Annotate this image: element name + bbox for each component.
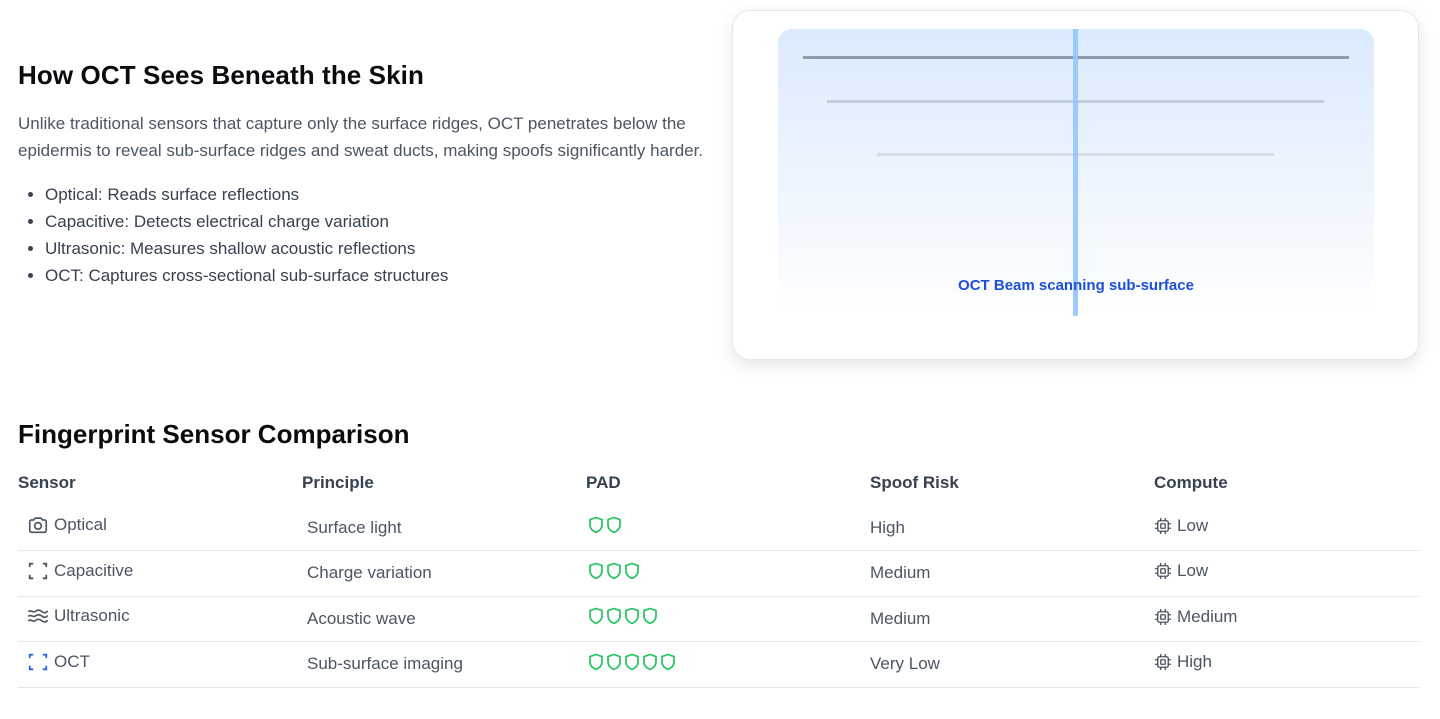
cpu-chip-icon (1154, 517, 1172, 535)
table-row: Capacitive Charge variation Medium Low (18, 550, 1419, 597)
bullet-optical: Optical: Reads surface reflections (45, 181, 708, 208)
camera-icon (27, 514, 49, 536)
header-compute: Compute (1154, 472, 1228, 492)
shield-icon (624, 562, 640, 580)
sensor-name-oct: OCT (54, 651, 90, 671)
sensor-name-capacitive: Capacitive (54, 560, 134, 580)
oct-beam (1073, 29, 1078, 316)
oct-visual-card: OCT Beam scanning sub-surface (732, 10, 1419, 360)
scan-frame-icon (27, 560, 49, 582)
header-principle: Principle (302, 472, 374, 492)
comparison-title: Fingerprint Sensor Comparison (18, 419, 410, 449)
waves-icon (27, 605, 49, 627)
oct-intro-section: How OCT Sees Beneath the Skin Unlike tra… (18, 58, 708, 289)
cell-compute: Low (1154, 505, 1419, 551)
shield-icon (624, 653, 640, 671)
cell-principle: Sub-surface imaging (302, 641, 586, 688)
cell-spoof-risk: Medium (870, 596, 1154, 642)
cell-sensor: Capacitive (18, 550, 302, 597)
pad-rating-oct (588, 653, 676, 671)
shield-icon (588, 653, 604, 671)
bullet-ultrasonic: Ultrasonic: Measures shallow acoustic re… (45, 235, 708, 262)
table-header-row: Sensor Principle PAD Spoof Risk Compute (18, 460, 1419, 505)
sensor-name-optical: Optical (54, 515, 107, 534)
cpu-chip-icon (1154, 653, 1172, 671)
cell-sensor: Ultrasonic (18, 596, 302, 642)
cell-compute: High (1154, 641, 1419, 688)
intro-title: How OCT Sees Beneath the Skin (18, 60, 424, 90)
cell-pad (586, 596, 870, 642)
shield-icon (588, 516, 604, 534)
cell-principle: Acoustic wave (302, 596, 586, 642)
compute-level-capacitive: Low (1177, 561, 1209, 581)
cell-sensor: Optical (18, 505, 302, 551)
sensor-comparison-table: Sensor Principle PAD Spoof Risk Compute … (18, 460, 1419, 688)
compute-level-optical: Low (1177, 515, 1209, 535)
shield-icon (606, 562, 622, 580)
shield-icon (606, 607, 622, 625)
cell-sensor: OCT (18, 641, 302, 688)
table-row: OCT Sub-surface imaging Very Low High (18, 641, 1419, 688)
pad-rating-capacitive (588, 562, 640, 580)
cell-spoof-risk: Medium (870, 550, 1154, 597)
header-sensor: Sensor (18, 472, 76, 492)
intro-body: Unlike traditional sensors that capture … (18, 114, 704, 160)
cell-pad (586, 550, 870, 597)
cell-compute: Medium (1154, 596, 1419, 642)
pad-rating-optical (588, 516, 622, 534)
shield-icon (588, 562, 604, 580)
table-row: Optical Surface light High Low (18, 505, 1419, 551)
pad-rating-ultrasonic (588, 607, 658, 625)
oct-beam-caption: OCT Beam scanning sub-surface (958, 277, 1194, 294)
shield-icon (606, 653, 622, 671)
sensor-bullet-list: Optical: Reads surface reflections Capac… (18, 181, 708, 289)
shield-icon (588, 607, 604, 625)
header-spoof-risk: Spoof Risk (870, 472, 959, 492)
compute-level-oct: High (1177, 652, 1212, 672)
cell-principle: Charge variation (302, 550, 586, 597)
table-row: Ultrasonic Acoustic wave Medium Medium (18, 596, 1419, 642)
bullet-oct: OCT: Captures cross-sectional sub-surfac… (45, 262, 708, 289)
cell-pad (586, 505, 870, 551)
cell-pad (586, 641, 870, 688)
header-pad: PAD (586, 472, 621, 492)
cell-spoof-risk: High (870, 505, 1154, 551)
bullet-capacitive: Capacitive: Detects electrical charge va… (45, 208, 708, 235)
cell-compute: Low (1154, 550, 1419, 597)
shield-icon (606, 516, 622, 534)
shield-icon (642, 607, 658, 625)
oct-scan-illustration: OCT Beam scanning sub-surface (778, 29, 1374, 316)
cell-principle: Surface light (302, 505, 586, 551)
sensor-name-ultrasonic: Ultrasonic (54, 606, 130, 626)
shield-icon (624, 607, 640, 625)
compute-level-ultrasonic: Medium (1177, 606, 1238, 626)
cell-spoof-risk: Very Low (870, 641, 1154, 688)
cpu-chip-icon (1154, 608, 1172, 626)
scan-frame-blue-icon (27, 651, 49, 673)
shield-icon (660, 653, 676, 671)
shield-icon (642, 653, 658, 671)
cpu-chip-icon (1154, 562, 1172, 580)
